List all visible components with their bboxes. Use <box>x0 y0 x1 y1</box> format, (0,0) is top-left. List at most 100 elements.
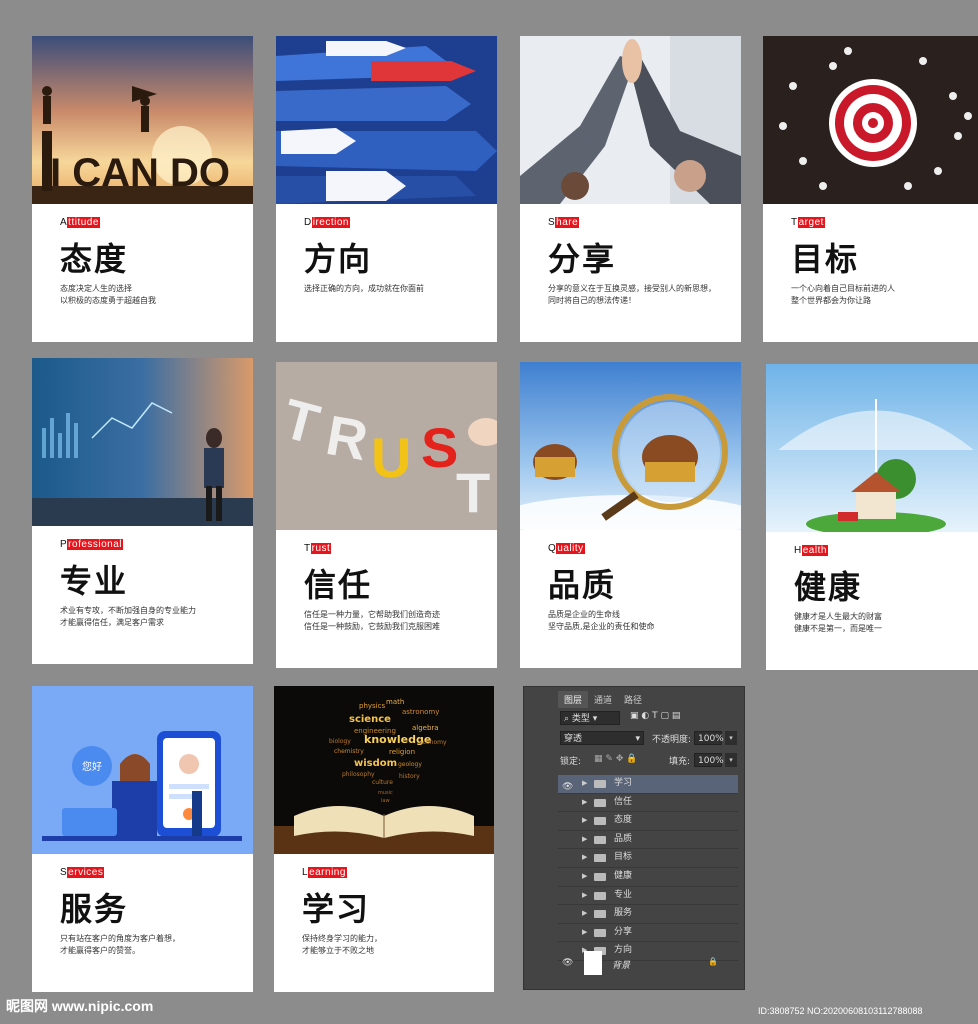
english-rest-highlight: ttitude <box>67 217 100 228</box>
english-rest-highlight: ealth <box>801 545 828 556</box>
description-line: 才能够立于不败之地 <box>302 946 374 955</box>
english-word: Target <box>791 217 825 228</box>
card-image-sunset-silhouettes: I CAN DO <box>32 36 253 204</box>
card-image-business-data <box>32 358 253 526</box>
layer-name: 专业 <box>614 889 633 900</box>
chevron-right-icon[interactable]: ▶ <box>582 849 587 866</box>
english-word: Learning <box>302 867 347 878</box>
card-image-book-word-cloud: physics math astronomy science engineeri… <box>274 686 494 854</box>
folder-icon <box>594 854 606 863</box>
chinese-title: 态度 <box>60 240 129 278</box>
chinese-title: 分享 <box>548 240 617 278</box>
layer-name: 学习 <box>614 778 633 788</box>
layer-group-row[interactable]: ▶ 品质 <box>558 831 738 850</box>
layer-name: 态度 <box>614 815 633 826</box>
smart-object-filter-icon[interactable]: ▤ <box>672 711 681 721</box>
opacity-input[interactable]: 100% <box>694 731 724 745</box>
card-image-dartboard <box>763 36 978 204</box>
layers-panel: 图层 通道 路径 ⌕ 类型 ▾ ▣ ◐ T ▢ ▤ 穿透 ▾ 不透明度: 100% ▾… <box>523 686 745 990</box>
card-share: Share 分享 分享的意义在于互换灵感，接受别人的新思想， 同时将自己的想法传递… <box>520 36 741 342</box>
background-layer-row[interactable]: 👁 背景 🔒 <box>558 949 738 979</box>
description-line: 健康才是人生最大的财富 <box>794 612 882 621</box>
tab-layers[interactable]: 图层 <box>558 691 589 708</box>
description-line: 整个世界都会为你让路 <box>791 296 871 305</box>
word-cloud-word: law <box>381 798 390 804</box>
description: 保持终身学习的能力， 才能够立于不败之地 <box>302 933 482 957</box>
chevron-right-icon[interactable]: ▶ <box>582 924 587 941</box>
layer-group-row[interactable]: ▶ 服务 <box>558 905 738 924</box>
lock-all-icon[interactable]: 🔒 <box>626 754 637 764</box>
description-line: 才能赢得客户的赞誉。 <box>60 946 140 955</box>
chevron-right-icon[interactable]: ▶ <box>582 794 587 811</box>
word-cloud-word: wisdom <box>354 758 397 769</box>
word-cloud-word: astronomy <box>402 708 439 716</box>
lock-paint-icon[interactable]: ✎ <box>605 754 613 764</box>
eye-icon[interactable]: 👁 <box>562 958 573 968</box>
word-cloud-word: music <box>378 790 393 796</box>
speech-bubble-text: 您好 <box>82 760 102 773</box>
card-quality: Quality 品质 品质是企业的生命线 坚守品质,是企业的责任和使命 <box>520 362 741 668</box>
blend-mode-dropdown[interactable]: 穿透 ▾ <box>560 731 644 745</box>
folder-icon <box>594 928 606 937</box>
english-word: Trust <box>304 543 332 554</box>
layer-group-row[interactable]: ▶ 态度 <box>558 812 738 831</box>
svg-text:T: T <box>456 461 490 524</box>
english-rest-highlight: irection <box>311 217 350 228</box>
tab-paths[interactable]: 路径 <box>618 691 648 708</box>
folder-icon <box>594 891 606 900</box>
english-rest-highlight: earning <box>308 867 347 878</box>
eye-icon[interactable]: 👁 <box>562 779 573 792</box>
layer-filter-dropdown[interactable]: ⌕ 类型 ▾ <box>560 711 620 725</box>
panel-tabs: 图层 通道 路径 <box>558 691 744 708</box>
lock-pixels-icon[interactable]: ▦ <box>594 754 603 764</box>
blend-mode-value: 穿透 <box>564 734 583 744</box>
card-image-crown-magnifier <box>520 362 741 530</box>
english-word: Health <box>794 545 828 556</box>
chevron-right-icon[interactable]: ▶ <box>582 868 587 885</box>
chevron-right-icon[interactable]: ▶ <box>582 831 587 848</box>
chevron-right-icon[interactable]: ▶ <box>582 905 587 922</box>
card-services: 您好 Services 服务 只有站在客户的角度为客户着想， 才能赢得客户的赞誉。 <box>32 686 253 992</box>
english-rest-highlight: rofessional <box>67 539 124 550</box>
description: 只有站在客户的角度为客户着想， 才能赢得客户的赞誉。 <box>60 933 240 957</box>
lock-position-icon[interactable]: ✥ <box>616 754 624 764</box>
english-word: Share <box>548 217 580 228</box>
layer-group-row[interactable]: ▶ 分享 <box>558 924 738 943</box>
layer-group-row[interactable]: ▶ 目标 <box>558 849 738 868</box>
chevron-right-icon[interactable]: ▶ <box>582 775 587 792</box>
card-image-umbrella-house <box>766 364 978 532</box>
description: 术业有专攻，不断加强自身的专业能力 才能赢得信任，满足客户需求 <box>60 605 240 629</box>
english-rest-highlight: hare <box>555 217 580 228</box>
word-cloud-word: history <box>399 773 420 780</box>
chevron-right-icon[interactable]: ▶ <box>582 812 587 829</box>
text-filter-icon[interactable]: T <box>652 711 658 721</box>
layer-group-row[interactable]: ▶ 专业 <box>558 887 738 906</box>
layer-group-row[interactable]: 👁 ▶ 学习 <box>558 775 738 794</box>
opacity-slider-button[interactable]: ▾ <box>725 731 737 745</box>
tab-channels[interactable]: 通道 <box>588 691 618 708</box>
layer-thumbnail <box>584 951 602 975</box>
word-cloud-word: economy <box>419 739 447 746</box>
english-first-letter: D <box>304 217 312 228</box>
image-id: ID:3808752 NO:20200608103112788088 <box>758 1006 923 1016</box>
description-line: 保持终身学习的能力， <box>302 934 382 943</box>
layer-group-row[interactable]: ▶ 信任 <box>558 794 738 813</box>
chinese-title: 服务 <box>60 890 129 928</box>
word-cloud-word: algebra <box>412 724 439 732</box>
word-cloud-word: culture <box>372 779 393 786</box>
fill-input[interactable]: 100% <box>694 753 724 767</box>
english-rest-highlight: rust <box>310 543 332 554</box>
layer-group-row[interactable]: ▶ 健康 <box>558 868 738 887</box>
chevron-right-icon[interactable]: ▶ <box>582 887 587 904</box>
folder-icon <box>594 872 606 881</box>
card-direction: Direction 方向 选择正确的方向，成功就在你面前 <box>276 36 497 342</box>
english-word: Attitude <box>60 217 100 228</box>
image-filter-icon[interactable]: ▣ <box>630 711 639 721</box>
word-cloud-word: geology <box>398 761 422 768</box>
shape-filter-icon[interactable]: ▢ <box>661 711 670 721</box>
layer-name: 健康 <box>614 870 633 881</box>
fill-slider-button[interactable]: ▾ <box>725 753 737 767</box>
adjustment-filter-icon[interactable]: ◐ <box>641 711 649 721</box>
description-line: 健康不是第一，而是唯一 <box>794 624 882 633</box>
card-attitude: I CAN DO Attitude 态度 态度决定人生的选择 以积极的态度勇于超越… <box>32 36 253 342</box>
